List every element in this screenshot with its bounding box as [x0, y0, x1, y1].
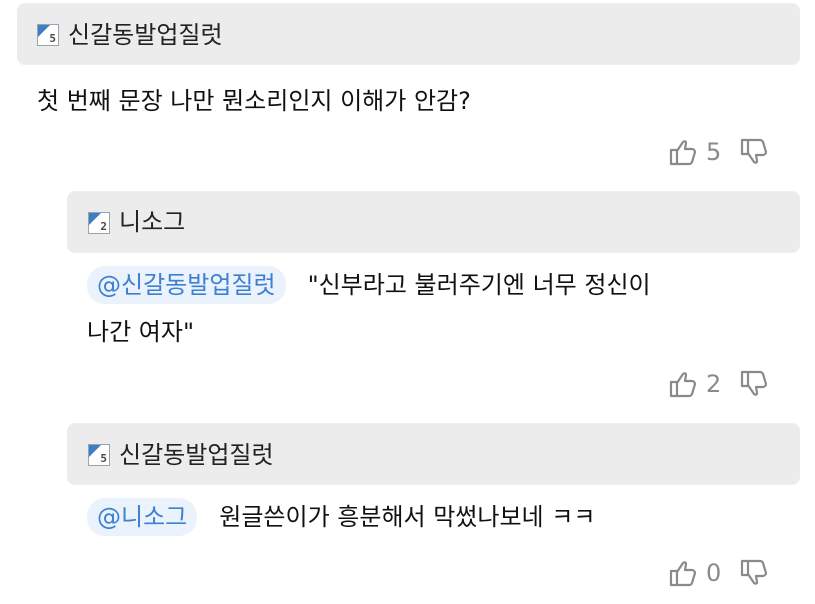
- reply-text: 원글쓴이가 흥분해서 막썼나보네 ㅋㅋ: [219, 503, 596, 531]
- mention-tag[interactable]: @신갈동발업질럿: [87, 266, 286, 304]
- comment-votes: 5: [668, 137, 769, 167]
- thumbs-up-icon[interactable]: [668, 137, 698, 167]
- thumbs-down-icon[interactable]: [739, 137, 769, 167]
- comment-body: 첫 번째 문장 나만 뭔소리인지 이해가 안감?: [37, 87, 471, 115]
- comment-author[interactable]: 신갈동발업질럿: [68, 20, 223, 50]
- level-badge-icon: 5: [88, 444, 110, 466]
- thumbs-down-icon[interactable]: [739, 558, 769, 588]
- reply-votes: 2: [668, 369, 769, 399]
- reply-votes: 0: [668, 558, 769, 588]
- thumbs-up-icon[interactable]: [668, 369, 698, 399]
- thumbs-up-icon[interactable]: [668, 558, 698, 588]
- like-count: 5: [706, 138, 722, 166]
- level-badge-icon: 5: [37, 24, 59, 46]
- reply-author[interactable]: 니소그: [119, 207, 185, 237]
- reply-text-line1: "신부라고 불러주기엔 너무 정신이: [307, 271, 651, 299]
- like-count: 0: [706, 559, 722, 587]
- reply-text-line2: 나간 여자": [87, 318, 194, 346]
- mention-tag[interactable]: @니소그: [87, 498, 198, 536]
- reply-body: @신갈동발업질럿 "신부라고 불러주기엔 너무 정신이: [87, 266, 797, 304]
- reply-author[interactable]: 신갈동발업질럿: [119, 440, 274, 470]
- thumbs-down-icon[interactable]: [739, 369, 769, 399]
- level-badge-icon: 2: [88, 212, 110, 234]
- like-count: 2: [706, 370, 722, 398]
- reply-body: @니소그 원글쓴이가 흥분해서 막썼나보네 ㅋㅋ: [87, 498, 595, 536]
